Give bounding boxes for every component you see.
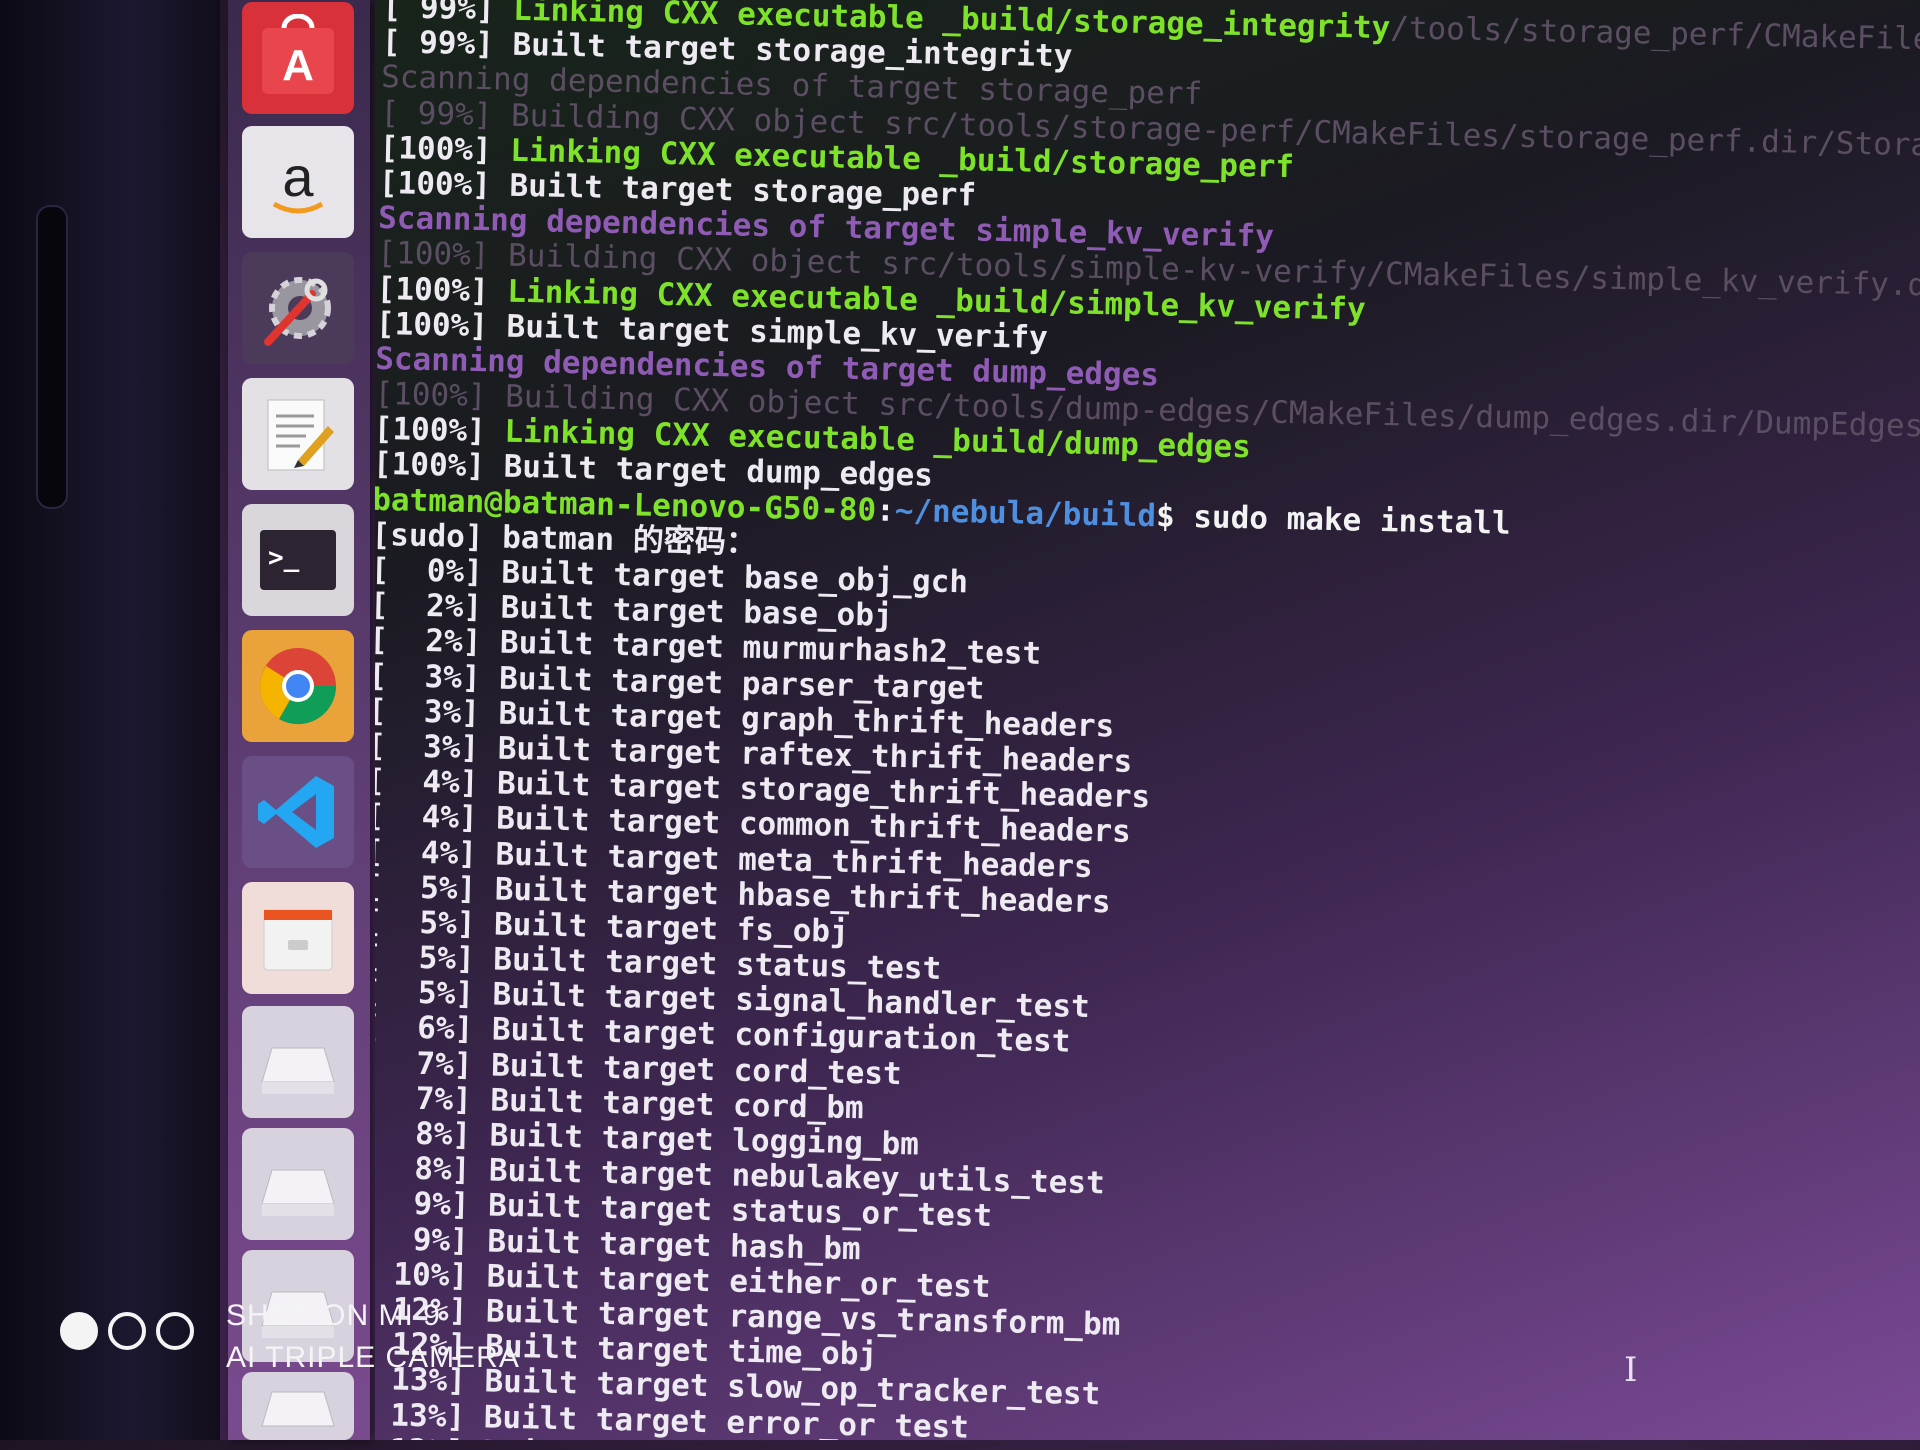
drive-2-icon[interactable] (242, 1128, 354, 1240)
system-settings-icon[interactable] (242, 252, 354, 364)
prompt-path: ~/nebula/build (894, 492, 1157, 534)
progress-percent: [ 99%] (381, 24, 495, 63)
progress-percent: [100%] (375, 375, 487, 415)
text-editor-icon[interactable] (242, 378, 354, 490)
camera-watermark-dots (60, 1312, 194, 1350)
vscode-icon[interactable] (242, 756, 354, 868)
progress-percent: [100%] (375, 446, 486, 485)
prompt-dollar: $ (1155, 497, 1194, 535)
terminal-output: [ 99%] Linking CXX executable _build/sto… (375, 0, 1920, 1440)
prompt-separator: : (875, 492, 896, 529)
progress-percent: [ 6%] (375, 1009, 474, 1048)
progress-percent: [ 7%] (375, 1044, 473, 1083)
watermark-dot-filled (60, 1312, 98, 1350)
files-icon[interactable] (242, 882, 354, 994)
progress-percent: [ 99%] (382, 0, 495, 28)
progress-percent: [100%] (376, 270, 490, 309)
progress-percent: [100%] (375, 305, 489, 344)
watermark-dot-outline (156, 1312, 194, 1350)
progress-percent: [ 2%] (375, 622, 482, 661)
amazon-icon[interactable]: a (242, 126, 354, 238)
drive-4-icon[interactable] (242, 1372, 354, 1440)
progress-percent: [ 10%] (375, 1255, 469, 1294)
laptop-bezel (0, 0, 220, 1440)
progress-percent: [ 99%] (380, 94, 493, 133)
progress-percent: [ 3%] (375, 727, 480, 767)
terminal-window[interactable]: [ 99%] Linking CXX executable _build/sto… (375, 0, 1920, 1440)
software-center-icon[interactable]: A (242, 2, 354, 114)
watermark-line-1: SHOT ON MI 9 (226, 1299, 441, 1332)
progress-percent: [100%] (378, 164, 492, 204)
progress-percent: [ 5%] (375, 903, 476, 943)
progress-percent: [ 5%] (375, 868, 477, 907)
progress-percent: [ 5%] (375, 974, 475, 1013)
progress-percent: [100%] (377, 235, 490, 274)
progress-percent: [ 4%] (375, 833, 478, 872)
watermark-line-2: AI TRIPLE CAMERA (226, 1341, 520, 1374)
progress-percent: [ 9%] (375, 1185, 470, 1224)
chrome-icon[interactable] (242, 630, 354, 742)
ibeam-cursor-icon: I (1624, 1350, 1638, 1390)
progress-percent: [ 4%] (375, 762, 479, 802)
progress-percent: [ 9%] (375, 1220, 470, 1259)
progress-percent: [ 13%] (375, 1431, 464, 1440)
progress-percent: [ 3%] (375, 657, 481, 696)
progress-percent: [sudo] (375, 516, 484, 556)
bezel-slot (36, 205, 68, 509)
progress-percent: [100%] (375, 411, 487, 450)
terminal-label: >_ (268, 543, 300, 573)
camera-watermark-text: SHOT ON MI 9 AI TRIPLE CAMERA (226, 1295, 520, 1379)
progress-percent: [ 2%] (375, 587, 483, 626)
prompt-command: sudo make install (1192, 498, 1511, 542)
progress-percent: [ 0%] (375, 551, 484, 591)
drive-1-icon[interactable] (242, 1006, 354, 1118)
watermark-dot-outline (108, 1312, 146, 1350)
progress-percent: [ 3%] (375, 692, 481, 731)
progress-percent: [ 5%] (375, 938, 476, 978)
progress-percent: [100%] (379, 129, 493, 169)
terminal-icon[interactable]: >_ (242, 504, 354, 616)
progress-percent: [ 13%] (390, 1396, 466, 1435)
progress-percent: [ 7%] (375, 1079, 473, 1118)
amazon-label: a (282, 145, 314, 208)
progress-percent: [ 8%] (375, 1149, 471, 1189)
ubuntu-launcher-dock: A a >_ (228, 0, 370, 1440)
progress-percent: [ 4%] (375, 798, 479, 837)
software-center-label: A (282, 41, 314, 90)
progress-percent: [ 8%] (375, 1114, 472, 1154)
